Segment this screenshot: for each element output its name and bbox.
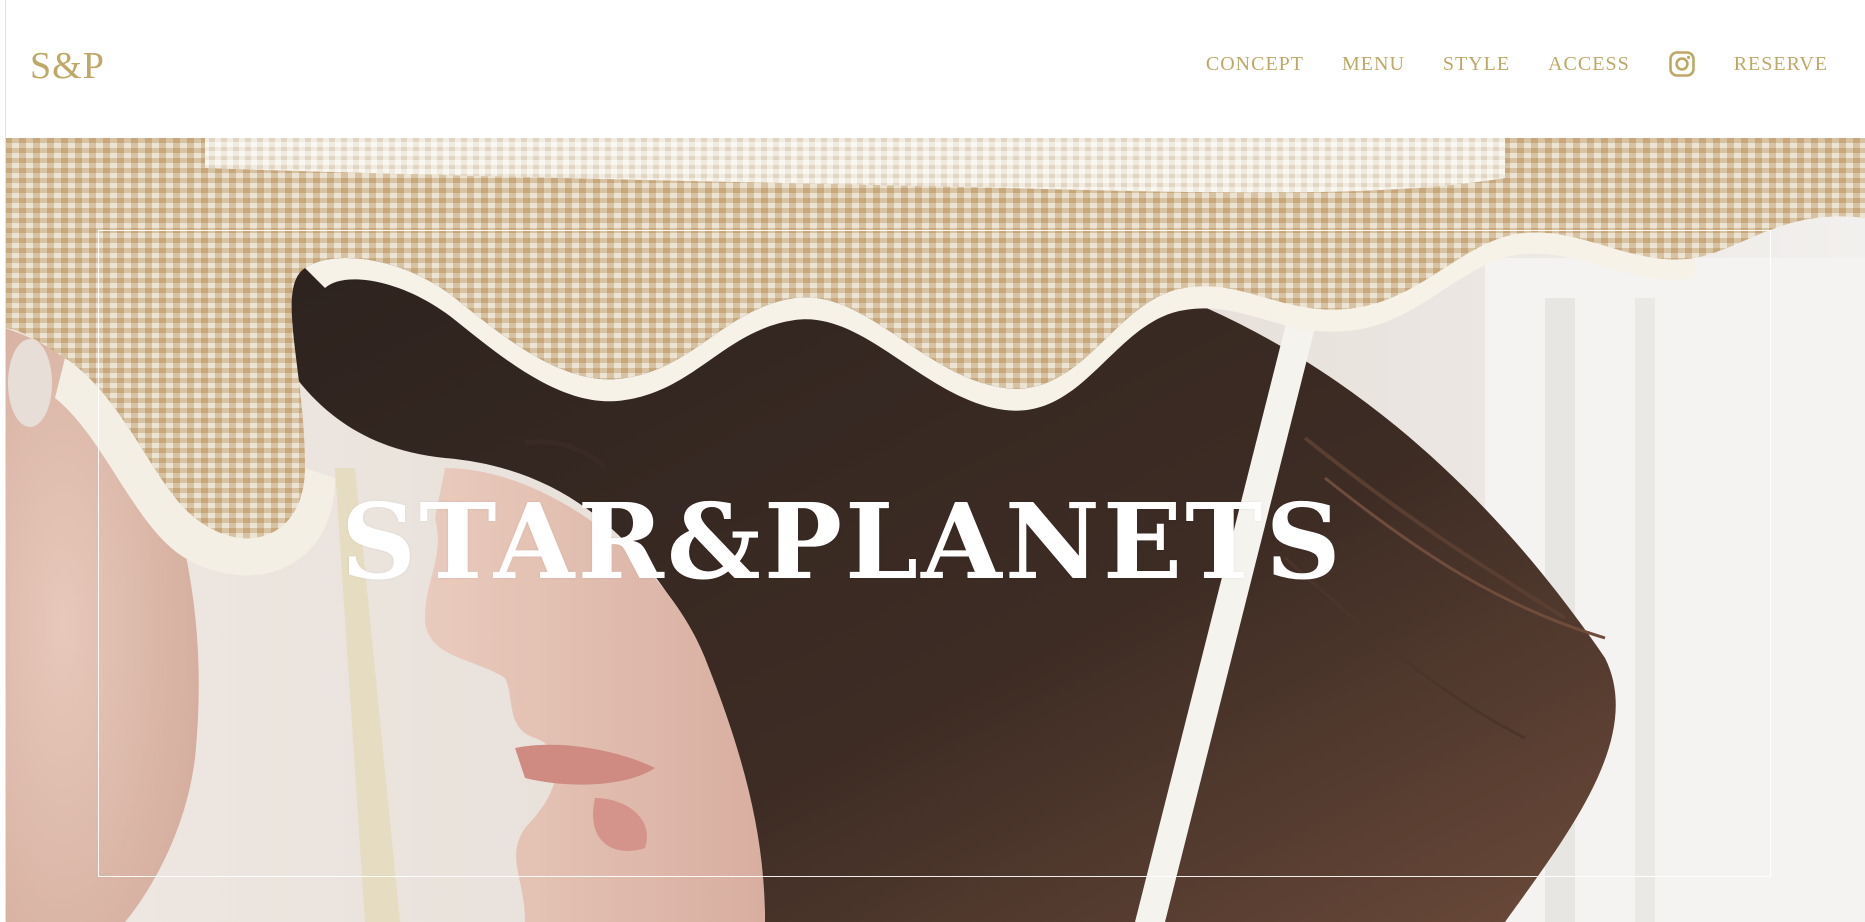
main-navigation: CONCEPT MENU STYLE ACCESS RESERVE	[1206, 46, 1828, 82]
page: S&P CONCEPT MENU STYLE ACCESS RESERVE ST…	[0, 0, 1865, 922]
instagram-icon[interactable]	[1668, 50, 1696, 78]
nav-reserve-link[interactable]: RESERVE	[1734, 53, 1828, 76]
nav-access-link[interactable]: ACCESS	[1548, 53, 1630, 76]
nav-concept-link[interactable]: CONCEPT	[1206, 53, 1304, 76]
hero-section: STAR&PLANETS	[5, 138, 1865, 922]
hero-title: STAR&PLANETS	[341, 480, 1344, 603]
site-header: S&P CONCEPT MENU STYLE ACCESS RESERVE	[0, 0, 1865, 138]
site-logo[interactable]: S&P	[30, 44, 105, 88]
nav-menu-link[interactable]: MENU	[1342, 53, 1405, 76]
nav-style-link[interactable]: STYLE	[1443, 53, 1510, 76]
